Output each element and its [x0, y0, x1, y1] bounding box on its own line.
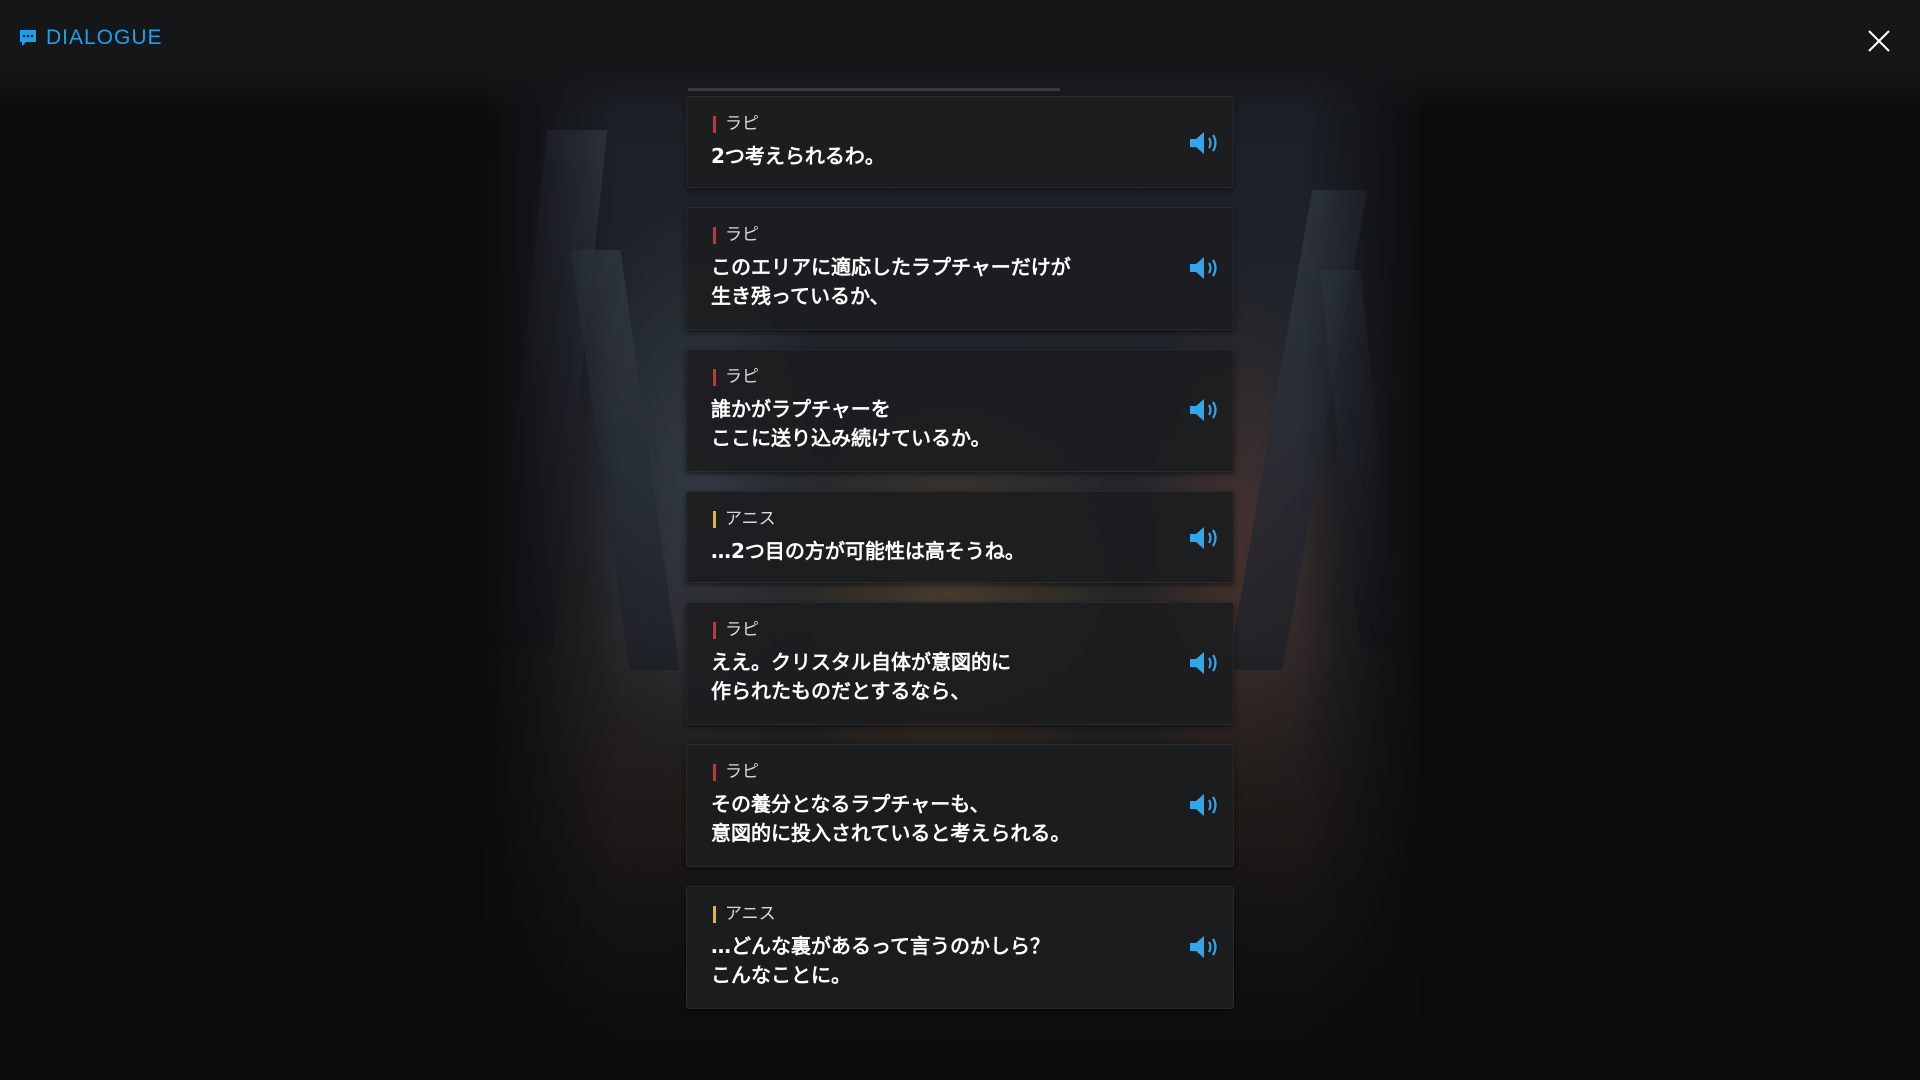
close-icon	[1868, 30, 1890, 52]
dialogue-list[interactable]: ラピ 2つ考えられるわ。 ラピ このエリアに適応したラプチャーだけが 生き残って…	[686, 96, 1234, 1028]
dialogue-text: このエリアに適応したラプチャーだけが 生き残っているか、	[711, 255, 1071, 308]
dialogue-header: DIALOGUE	[18, 26, 163, 50]
speaker-name: ラピ	[713, 367, 759, 387]
dialogue-text: 2つ考えられるわ。	[711, 144, 885, 168]
dialogue-entry: ラピ その養分となるラプチャーも、 意図的に投入されていると考えられる。	[686, 744, 1234, 867]
close-button[interactable]	[1862, 24, 1896, 58]
page-title: DIALOGUE	[46, 26, 163, 49]
speaker-name: ラピ	[713, 762, 759, 782]
dialogue-text: ええ。クリスタル自体が意図的に 作られたものだとするなら、	[711, 650, 1011, 703]
play-voice-button[interactable]	[1187, 254, 1221, 282]
speaker-name: ラピ	[713, 225, 759, 245]
speaker-name: ラピ	[713, 114, 759, 134]
speaker-icon	[1190, 399, 1217, 421]
dialogue-entry: アニス …どんな裏があるって言うのかしら？ こんなことに。	[686, 886, 1234, 1009]
dialogue-entry: ラピ 2つ考えられるわ。	[686, 96, 1234, 188]
speaker-name: アニス	[713, 904, 776, 924]
dialogue-text: 誰かがラプチャーを ここに送り込み続けているか。	[711, 397, 991, 450]
play-voice-button[interactable]	[1187, 649, 1221, 677]
chat-bubble-icon	[20, 30, 36, 46]
dialogue-text: …2つ目の方が可能性は高そうね。	[711, 539, 1025, 563]
speaker-icon	[1190, 527, 1217, 549]
dialogue-text: …どんな裏があるって言うのかしら？ こんなことに。	[711, 934, 1050, 987]
speaker-name: ラピ	[713, 620, 759, 640]
scroll-edge	[688, 88, 1060, 91]
play-voice-button[interactable]	[1187, 129, 1221, 157]
speaker-name: アニス	[713, 509, 776, 529]
dialogue-entry: ラピ このエリアに適応したラプチャーだけが 生き残っているか、	[686, 207, 1234, 330]
play-voice-button[interactable]	[1187, 524, 1221, 552]
dialogue-entry: ラピ 誰かがラプチャーを ここに送り込み続けているか。	[686, 349, 1234, 472]
play-voice-button[interactable]	[1187, 791, 1221, 819]
dialogue-text: その養分となるラプチャーも、 意図的に投入されていると考えられる。	[711, 792, 1071, 845]
speaker-icon	[1190, 257, 1217, 279]
speaker-icon	[1190, 652, 1217, 674]
dialogue-entry: アニス …2つ目の方が可能性は高そうね。	[686, 491, 1234, 583]
speaker-icon	[1190, 936, 1217, 958]
speaker-icon	[1190, 794, 1217, 816]
play-voice-button[interactable]	[1187, 933, 1221, 961]
speaker-icon	[1190, 132, 1217, 154]
dialogue-entry: ラピ ええ。クリスタル自体が意図的に 作られたものだとするなら、	[686, 602, 1234, 725]
play-voice-button[interactable]	[1187, 396, 1221, 424]
